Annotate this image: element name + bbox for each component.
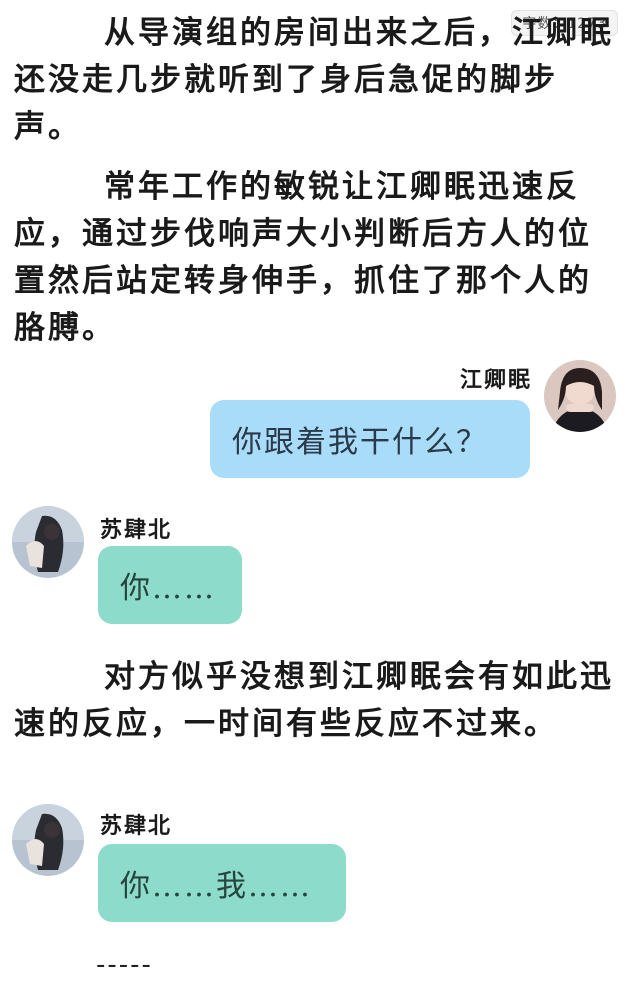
chat-bubble-left: 你……我……: [98, 844, 346, 922]
blurred-portrait-avatar[interactable]: [12, 804, 84, 876]
section-divider: -----: [96, 950, 153, 980]
speaker-name-su: 苏肆北: [100, 813, 173, 839]
speaker-name-su: 苏肆北: [100, 517, 173, 543]
story-paragraph-2: 常年工作的敏锐让江卿眠迅速反应，通过步伐响声大小判断后方人的位置然后站定转身伸手…: [14, 169, 592, 346]
blurred-portrait-avatar[interactable]: [12, 506, 84, 578]
chat-bubble-right: 你跟着我干什么？: [210, 400, 530, 478]
girl-portrait-avatar[interactable]: [544, 360, 616, 432]
story-paragraph-3: 对方似乎没想到江卿眠会有如此迅速的反应，一时间有些反应不过来。: [14, 659, 614, 742]
speaker-name-jiang: 江卿眠: [459, 367, 532, 393]
chat-bubble-left: 你……: [98, 546, 242, 624]
story-paragraph-1: 从导演组的房间出来之后，江卿眠还没走几步就听到了身后急促的脚步声。: [14, 15, 614, 145]
